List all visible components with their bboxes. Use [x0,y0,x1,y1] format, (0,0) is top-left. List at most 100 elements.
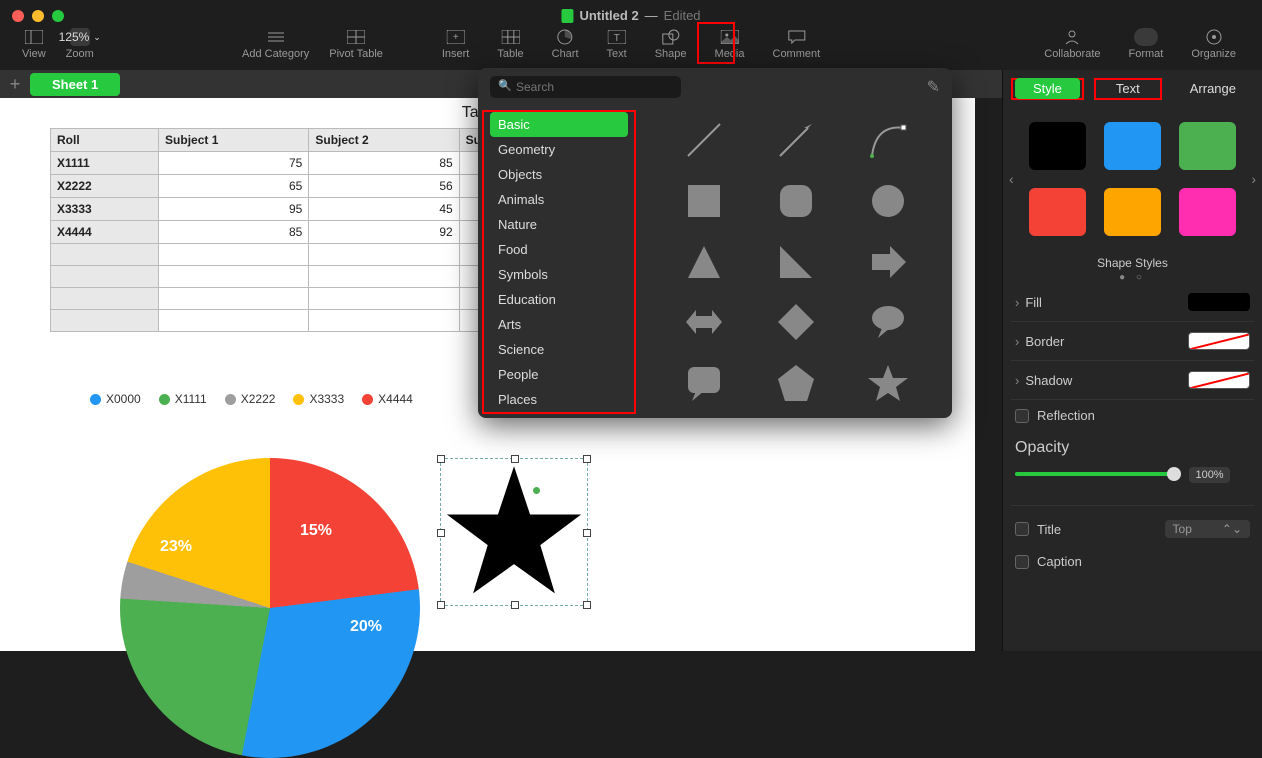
col-header[interactable]: Roll [51,129,159,152]
dictation-icon[interactable]: ✎ [927,77,940,97]
title-checkbox[interactable] [1015,522,1029,536]
col-header[interactable]: Subject 2 [309,129,459,152]
cat-objects[interactable]: Objects [484,162,634,187]
search-icon: 🔍 [498,79,512,92]
svg-text:T: T [614,33,620,44]
shape-styles-label: Shape Styles [1011,256,1254,270]
zoom-button[interactable]: 125%⌄Zoom [56,28,104,60]
legend-item: X3333 [293,392,344,406]
shape-circle[interactable] [848,177,928,225]
style-swatch[interactable] [1104,188,1161,236]
insert-button[interactable]: +Insert [428,28,484,60]
shape-star[interactable] [848,359,928,407]
shape-square[interactable] [664,177,744,225]
shape-right-triangle[interactable] [756,238,836,286]
legend-item: X2222 [225,392,276,406]
page-dots: ● ○ [1011,272,1254,283]
cat-arts[interactable]: Arts [484,312,634,337]
cat-places[interactable]: Places [484,387,634,412]
sheet-tab[interactable]: Sheet 1 [30,73,120,96]
window-minimize[interactable] [32,10,44,22]
shape-arrow-right[interactable] [848,238,928,286]
row-header[interactable]: X4444 [51,221,159,244]
style-swatch[interactable] [1029,188,1086,236]
style-swatch[interactable] [1029,122,1086,170]
tab-arrange[interactable]: Arrange [1172,78,1254,100]
cat-geometry[interactable]: Geometry [484,137,634,162]
format-button[interactable]: Format [1115,28,1178,60]
shape-rounded-square[interactable] [756,177,836,225]
cat-animals[interactable]: Animals [484,187,634,212]
pie-label: 23% [160,538,192,556]
caption-label: Caption [1037,554,1082,569]
shape-callout[interactable] [664,359,744,407]
opacity-label: Opacity [1015,439,1250,457]
organize-button[interactable]: Organize [1177,28,1250,60]
shape-arrow-lr[interactable] [664,298,744,346]
border-row[interactable]: ›Border [1011,322,1254,361]
rotate-handle[interactable] [533,487,540,494]
shape-arrow-line[interactable] [756,116,836,164]
opacity-slider[interactable] [1015,472,1175,476]
cat-basic[interactable]: Basic [490,112,628,137]
window-zoom[interactable] [52,10,64,22]
reflection-checkbox[interactable] [1015,409,1029,423]
cat-education[interactable]: Education [484,287,634,312]
shape-triangle[interactable] [664,238,744,286]
opacity-value[interactable]: 100% [1189,467,1229,483]
add-category-button[interactable]: Add Category [232,28,319,60]
cat-science[interactable]: Science [484,337,634,362]
col-header[interactable]: Subject 1 [159,129,309,152]
view-button[interactable]: View [12,28,56,60]
tab-text[interactable]: Text [1098,78,1158,99]
style-swatch[interactable] [1104,122,1161,170]
style-swatch[interactable] [1179,188,1236,236]
add-sheet-button[interactable]: + [0,74,30,95]
style-swatch[interactable] [1179,122,1236,170]
shape-pentagon[interactable] [756,359,836,407]
reflection-label: Reflection [1037,408,1095,423]
shape-popover: 🔍 ✎ Basic Geometry Objects Animals Natur… [478,68,952,418]
chart-button[interactable]: Chart [538,28,593,60]
shape-search-input[interactable] [490,76,681,98]
tab-style[interactable]: Style [1015,78,1080,99]
cat-nature[interactable]: Nature [484,212,634,237]
border-swatch[interactable] [1188,332,1250,350]
shape-button[interactable]: Shape [641,28,701,60]
cat-food[interactable]: Food [484,237,634,262]
title-label: Title [1037,522,1061,537]
pie-chart[interactable]: 23% 15% 20% [120,458,420,758]
legend-item: X4444 [362,392,413,406]
shape-diamond[interactable] [756,298,836,346]
shape-curve[interactable] [848,116,928,164]
row-header[interactable]: X3333 [51,198,159,221]
fill-row[interactable]: ›Fill [1011,283,1254,322]
row-header[interactable]: X1111 [51,152,159,175]
legend-item: X1111 [159,392,207,406]
titlebar: Untitled 2 — Edited [561,8,700,23]
cat-activities[interactable]: Activities [484,412,634,418]
caption-checkbox[interactable] [1015,555,1029,569]
pie-label: 20% [350,618,382,636]
comment-button[interactable]: Comment [759,28,835,60]
pivot-table-button[interactable]: Pivot Table [319,28,393,60]
media-button[interactable]: Media [701,28,759,60]
text-button[interactable]: TText [593,28,641,60]
style-next[interactable]: › [1251,171,1256,187]
cat-people[interactable]: People [484,362,634,387]
window-close[interactable] [12,10,24,22]
cat-symbols[interactable]: Symbols [484,262,634,287]
doc-icon [561,9,573,23]
collaborate-button[interactable]: Collaborate [1030,28,1114,60]
shadow-swatch[interactable] [1188,371,1250,389]
shape-category-list: Basic Geometry Objects Animals Nature Fo… [484,112,634,418]
star-shape-selected[interactable] [440,458,588,606]
svg-text:+: + [453,32,459,43]
table-button[interactable]: Table [483,28,537,60]
title-position-select[interactable]: Top⌃⌄ [1165,520,1250,538]
fill-swatch[interactable] [1188,293,1250,311]
shadow-row[interactable]: ›Shadow [1011,361,1254,400]
shape-speech-bubble[interactable] [848,298,928,346]
shape-line[interactable] [664,116,744,164]
row-header[interactable]: X2222 [51,175,159,198]
